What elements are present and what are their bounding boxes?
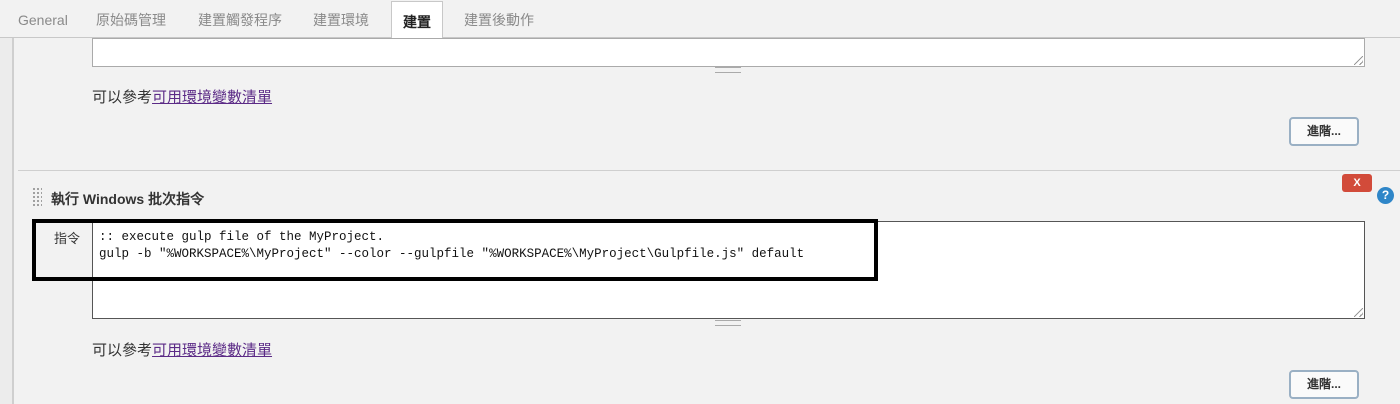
- section-divider: [18, 170, 1400, 171]
- env-vars-link[interactable]: 可用環境變數清單: [152, 342, 272, 359]
- tab-build-environment[interactable]: 建置環境: [307, 0, 375, 38]
- left-border: [12, 38, 14, 404]
- resize-grip-icon[interactable]: [1354, 308, 1363, 317]
- tab-bar: General 原始碼管理 建置觸發程序 建置環境 建置 建置後動作: [0, 0, 1400, 39]
- env-vars-hint: 可以參考可用環境變數清單: [92, 339, 272, 360]
- delete-step-button[interactable]: X: [1342, 174, 1372, 192]
- tab-general[interactable]: General: [12, 0, 74, 38]
- tab-build[interactable]: 建置: [391, 1, 443, 39]
- left-gutter: [0, 38, 12, 404]
- command-textarea[interactable]: :: execute gulp file of the MyProject. g…: [92, 221, 1365, 319]
- tab-build-triggers[interactable]: 建置觸發程序: [192, 0, 288, 38]
- section-title: 執行 Windows 批次指令: [51, 191, 205, 207]
- textarea-drag-handle[interactable]: [715, 320, 741, 326]
- env-vars-hint: 可以參考可用環境變數清單: [92, 86, 272, 107]
- tab-source-code-management[interactable]: 原始碼管理: [90, 0, 172, 38]
- env-vars-link[interactable]: 可用環境變數清單: [152, 89, 272, 106]
- advanced-button[interactable]: 進階...: [1289, 117, 1359, 146]
- hint-prefix: 可以參考: [92, 89, 153, 106]
- resize-grip-icon[interactable]: [1354, 56, 1363, 65]
- help-icon[interactable]: ?: [1377, 187, 1394, 204]
- command-line: gulp -b "%WORKSPACE%\MyProject" --color …: [99, 247, 805, 261]
- tab-post-build-actions[interactable]: 建置後動作: [458, 0, 540, 38]
- command-line: :: execute gulp file of the MyProject.: [99, 230, 385, 244]
- command-field-label: 指令: [54, 231, 81, 246]
- drag-grip-icon[interactable]: [32, 187, 42, 207]
- textarea-drag-handle[interactable]: [715, 67, 741, 73]
- advanced-button[interactable]: 進階...: [1289, 370, 1359, 399]
- previous-command-textarea[interactable]: [92, 38, 1365, 67]
- hint-prefix: 可以參考: [92, 342, 153, 359]
